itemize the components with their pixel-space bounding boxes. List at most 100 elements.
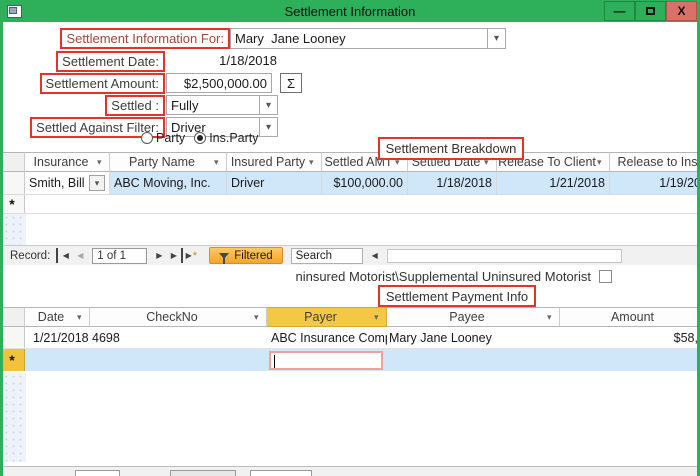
payment-header-row: Date▾ CheckNo▾ Payer▾ Payee▾ Amount xyxy=(0,307,700,327)
sum-button[interactable]: Σ xyxy=(280,73,302,93)
column-dropdown-icon[interactable]: ▾ xyxy=(547,312,559,323)
payer-cell[interactable]: ABC Insurance Comp xyxy=(267,327,387,348)
uninsured-motorist-label: ninsured Motorist\Supplemental Uninsured… xyxy=(295,269,591,284)
date-cell[interactable]: 1/21/2018 xyxy=(25,327,90,348)
next-record-button[interactable]: ▶ xyxy=(151,248,167,263)
window-title: Settlement Information xyxy=(0,4,700,19)
settled-amt-cell[interactable]: $100,000.00 xyxy=(322,172,408,194)
search-input[interactable] xyxy=(291,248,363,264)
first-record-button[interactable]: ◀ xyxy=(56,248,72,263)
row-selector[interactable] xyxy=(0,172,25,194)
maximize-button[interactable] xyxy=(635,1,666,21)
column-header-amount[interactable]: Amount xyxy=(560,307,700,327)
close-icon: X xyxy=(677,4,685,18)
party-radio[interactable] xyxy=(141,132,153,144)
payment-new-row[interactable]: * xyxy=(0,349,700,371)
column-dropdown-icon[interactable]: ▾ xyxy=(254,312,266,323)
last-record-button[interactable]: ▶ xyxy=(167,248,183,263)
selector-column-background xyxy=(3,373,26,462)
new-record-row-selector[interactable]: * xyxy=(0,195,25,213)
breakdown-row[interactable]: Smith, Bill▾ ABC Moving, Inc. Driver $10… xyxy=(0,172,700,195)
settlement-date-label: Settlement Date: xyxy=(56,51,165,72)
amount-label-row: Settlement Amount: xyxy=(0,73,165,93)
breakdown-new-row[interactable]: * xyxy=(0,195,700,214)
new-record-button[interactable]: ▶* xyxy=(183,248,199,263)
column-dropdown-icon[interactable]: ▾ xyxy=(374,312,386,323)
settled-combo[interactable]: Fully ▾ xyxy=(166,95,278,115)
insurance-cell[interactable]: Smith, Bill▾ xyxy=(25,172,110,194)
column-header-date[interactable]: Date▾ xyxy=(25,307,90,327)
new-record-row-selector[interactable]: * xyxy=(0,349,25,371)
chevron-down-icon[interactable]: ▾ xyxy=(89,175,105,191)
party-radio-label: Party xyxy=(156,131,185,145)
column-dropdown-icon[interactable]: ▾ xyxy=(77,312,89,323)
new-record-star-icon: * xyxy=(193,250,197,262)
row-selector-header[interactable] xyxy=(0,152,25,172)
payee-cell[interactable]: Mary Jane Looney xyxy=(387,327,560,348)
minimize-button[interactable]: — xyxy=(604,1,635,21)
breakdown-header-row: Insurance▾ Party Name▾ Insured Party▾ Se… xyxy=(0,152,700,172)
chevron-down-icon[interactable]: ▾ xyxy=(259,118,277,136)
column-dropdown-icon[interactable]: ▾ xyxy=(214,157,226,168)
column-header-release-to-ins[interactable]: Release to Ins xyxy=(610,152,700,172)
uninsured-motorist-row: ninsured Motorist\Supplemental Uninsured… xyxy=(250,269,612,284)
ins-party-radio-label: Ins.Party xyxy=(209,131,258,145)
settled-label-row: Settled : xyxy=(0,95,165,115)
column-dropdown-icon[interactable]: ▾ xyxy=(597,157,609,168)
record-label: Record: xyxy=(10,250,50,262)
settlement-info-for-combo[interactable]: Mary Jane Looney ▾ xyxy=(230,28,506,49)
breakdown-grid: Insurance▾ Party Name▾ Insured Party▾ Se… xyxy=(0,152,700,214)
record-position-box[interactable]: 1 of 1 xyxy=(92,248,147,264)
settlement-breakdown-title: Settlement Breakdown xyxy=(378,137,524,160)
column-header-payer[interactable]: Payer▾ xyxy=(267,307,387,327)
column-header-insured-party[interactable]: Insured Party▾ xyxy=(227,152,322,172)
release-to-client-cell[interactable]: 1/21/2018 xyxy=(497,172,610,194)
settlement-amount-field[interactable]: $2,500,000.00 xyxy=(166,73,272,93)
column-header-insurance[interactable]: Insurance▾ xyxy=(25,152,110,172)
chevron-down-icon[interactable]: ▾ xyxy=(259,96,277,114)
amount-cell[interactable]: $58, xyxy=(560,327,700,348)
filtered-button[interactable]: Filtered xyxy=(209,247,282,264)
window-border-left xyxy=(0,0,3,476)
column-header-party-name[interactable]: Party Name▾ xyxy=(110,152,227,172)
search-box-partial[interactable] xyxy=(250,470,312,476)
horizontal-scrollbar[interactable] xyxy=(387,249,622,263)
row-selector[interactable] xyxy=(0,327,25,348)
date-label-row: Settlement Date: xyxy=(0,52,165,70)
settled-date-cell[interactable]: 1/18/2018 xyxy=(408,172,497,194)
filter-funnel-icon xyxy=(219,253,229,259)
filter-button-partial[interactable] xyxy=(170,470,236,476)
new-record-icon: * xyxy=(9,199,14,209)
info-for-value: Mary Jane Looney xyxy=(231,31,487,46)
column-header-payee[interactable]: Payee▾ xyxy=(387,307,560,327)
settlement-date-field[interactable]: 1/18/2018 xyxy=(165,53,277,70)
uninsured-motorist-checkbox[interactable] xyxy=(599,270,612,283)
close-button[interactable]: X xyxy=(666,1,697,21)
settlement-amount-label: Settlement Amount: xyxy=(40,73,165,94)
column-dropdown-icon[interactable]: ▾ xyxy=(309,157,321,168)
scroll-left-icon[interactable]: ◀ xyxy=(367,248,383,263)
breakdown-empty-area xyxy=(0,214,700,245)
column-dropdown-icon[interactable]: ▾ xyxy=(97,157,109,168)
previous-record-button[interactable]: ◀ xyxy=(72,248,88,263)
new-record-icon: * xyxy=(9,355,14,365)
titlebar: Settlement Information — X xyxy=(0,0,700,22)
payer-entry-field[interactable] xyxy=(269,351,383,370)
info-for-label: Settlement Information For: xyxy=(60,28,230,49)
insured-party-cell[interactable]: Driver xyxy=(227,172,322,194)
record-position-box-partial[interactable] xyxy=(75,470,120,476)
payment-row[interactable]: 1/21/2018 4698 ABC Insurance Comp Mary J… xyxy=(0,327,700,349)
row-selector-header[interactable] xyxy=(0,307,25,327)
text-cursor xyxy=(274,355,275,368)
sigma-icon: Σ xyxy=(287,76,295,91)
party-name-cell[interactable]: ABC Moving, Inc. xyxy=(110,172,227,194)
minimize-icon: — xyxy=(614,4,626,18)
settlement-payment-info-title: Settlement Payment Info xyxy=(378,285,536,307)
checkno-cell[interactable]: 4698 xyxy=(90,327,267,348)
chevron-down-icon[interactable]: ▾ xyxy=(487,29,505,48)
settled-value: Fully xyxy=(167,98,259,113)
ins-party-radio[interactable] xyxy=(194,132,206,144)
release-to-ins-cell[interactable]: 1/19/20 xyxy=(610,172,700,194)
column-header-checkno[interactable]: CheckNo▾ xyxy=(90,307,267,327)
new-row-empty-cells[interactable] xyxy=(25,195,700,213)
